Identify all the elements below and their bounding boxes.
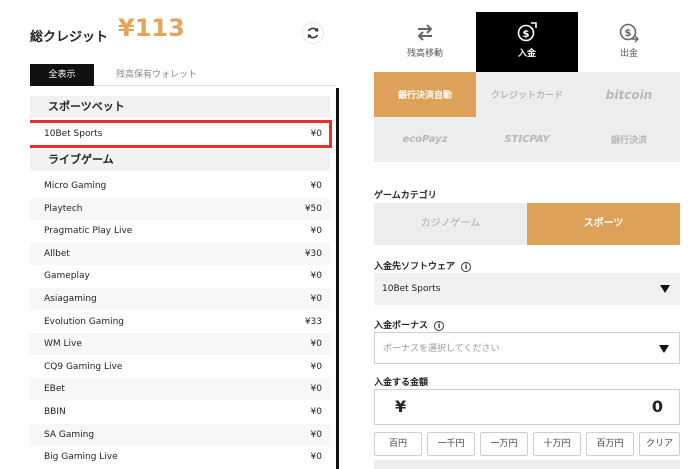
info-icon[interactable]: i [461,261,472,272]
category-header-sports: スポーツベット [30,96,330,118]
wallet-balance: ¥0 [310,362,322,372]
wallet-name: Evolution Gaming [44,317,124,327]
wallet-balance: ¥0 [310,384,322,394]
credit-amount: ¥113 [118,14,185,42]
deposit-coin-icon: $ [517,22,537,42]
info-icon[interactable]: i [434,320,445,331]
payment-bank-auto[interactable]: 銀行決済自動 [374,72,476,117]
option-casino[interactable]: カジノゲーム [374,203,527,245]
wallet-balance: ¥50 [304,204,322,214]
tab-transfer[interactable]: 残高移動 [374,12,476,72]
tab-wallets-with-balance[interactable]: 残高保有ウォレット [108,64,238,86]
list-item[interactable]: CQ9 Gaming Live ¥0 [30,356,330,378]
list-item[interactable]: Evolution Gaming ¥33 [30,311,330,333]
wallet-name: CQ9 Gaming Live [44,362,123,372]
highlight-box [30,120,332,148]
payment-credit-card[interactable]: クレジットカード [476,72,578,117]
wallet-name: Gameplay [44,271,90,281]
tab-label: 出金 [619,49,638,59]
dropdown-caret-icon [660,285,670,293]
list-item[interactable]: Asiagaming ¥0 [30,288,330,310]
wallet-name: BBIN [44,407,66,417]
list-item[interactable]: Big Gaming Live ¥0 [30,446,330,468]
software-label: 入金先ソフトウェア i [374,259,472,272]
software-label-text: 入金先ソフトウェア [374,262,456,272]
clear-amount-button[interactable]: クリア [639,432,680,456]
amount-value: 0 [651,397,663,416]
quick-amount-1000000[interactable]: 百万円 [586,432,634,456]
wallet-name: Micro Gaming [44,181,107,191]
svg-text:$: $ [625,28,632,39]
bonus-placeholder: ボーナスを選択してください [383,344,500,354]
list-item[interactable]: SA Gaming ¥0 [30,424,330,446]
list-item[interactable]: BBIN ¥0 [30,401,330,423]
wallet-balance: ¥33 [304,317,322,327]
list-item[interactable]: Micro Gaming ¥0 [30,175,330,197]
wallet-balance: ¥0 [310,271,322,281]
action-tabs: 残高移動 $ 入金 $ 出金 [374,12,680,72]
wallet-tabs: 全表示 残高保有ウォレット [30,64,336,86]
wallet-name: Playtech [44,204,83,214]
payment-method-grid: 銀行決済自動 クレジットカード bitcoin ecoPayz STICPAY … [374,72,680,162]
tab-all[interactable]: 全表示 [30,64,94,86]
wallet-balance: ¥30 [304,249,322,259]
dropdown-caret-icon [659,345,669,353]
wallet-balance: ¥0 [310,407,322,417]
list-item[interactable]: Playtech ¥50 [30,198,330,220]
wallet-name: Pragmatic Play Live [44,226,133,236]
quick-amount-10000[interactable]: 一万円 [480,432,528,456]
wallet-balance: ¥0 [310,294,322,304]
wallet-name: SA Gaming [44,430,95,440]
software-selected-value: 10Bet Sports [382,284,441,294]
bonus-select[interactable]: ボーナスを選択してください [374,332,680,364]
wallet-balance: ¥0 [310,226,322,236]
list-item[interactable]: Gameplay ¥0 [30,265,330,287]
payment-ecopayz[interactable]: ecoPayz [374,117,476,162]
option-sports[interactable]: スポーツ [527,203,680,245]
withdraw-coin-icon: $ [619,23,639,43]
wallet-balance: ¥0 [310,452,322,462]
quick-amount-1000[interactable]: 一千円 [427,432,475,456]
list-item[interactable]: WM Live ¥0 [30,333,330,355]
quick-amount-100000[interactable]: 十万円 [533,432,581,456]
game-category-label: ゲームカテゴリ [374,191,437,201]
amount-input[interactable]: ¥ 0 [374,389,680,425]
refresh-icon [307,27,319,39]
wallet-name: Allbet [44,249,70,259]
bonus-label: 入金ボーナス i [374,318,445,331]
wallet-name: EBet [44,384,65,394]
wallet-name: WM Live [44,339,82,349]
payment-sticpay[interactable]: STICPAY [476,117,578,162]
list-scrollbar[interactable] [336,88,339,469]
payment-bank[interactable]: 銀行決済 [578,117,680,162]
credit-label: 総クレジット [30,30,109,45]
tab-label: 入金 [517,49,536,59]
bottom-notice-strip [374,460,680,469]
category-header-live: ライブゲーム [30,149,330,171]
currency-symbol: ¥ [395,397,407,416]
list-item[interactable]: Allbet ¥30 [30,243,330,265]
transfer-arrows-icon [417,24,433,41]
wallet-list: スポーツベット 10Bet Sports ¥0 ライブゲーム Micro Gam… [30,94,336,469]
list-item[interactable]: EBet ¥0 [30,378,330,400]
payment-bitcoin[interactable]: bitcoin [578,72,680,117]
tab-withdraw[interactable]: $ 出金 [578,12,680,72]
tab-label: 残高移動 [406,49,443,59]
amount-label: 入金する金額 [374,378,429,388]
wallet-balance: ¥0 [310,181,322,191]
svg-text:$: $ [523,29,530,40]
list-item[interactable]: Pragmatic Play Live ¥0 [30,220,330,242]
wallet-name: Big Gaming Live [44,452,118,462]
quick-amount-100[interactable]: 百円 [374,432,422,456]
wallet-name: Asiagaming [44,294,97,304]
game-category-selector: カジノゲーム スポーツ [374,203,680,245]
software-select[interactable]: 10Bet Sports [374,273,680,305]
tab-deposit[interactable]: $ 入金 [476,12,578,72]
wallet-balance: ¥0 [310,430,322,440]
wallet-balance: ¥0 [310,339,322,349]
refresh-button[interactable] [302,22,324,44]
bonus-label-text: 入金ボーナス [374,321,429,331]
